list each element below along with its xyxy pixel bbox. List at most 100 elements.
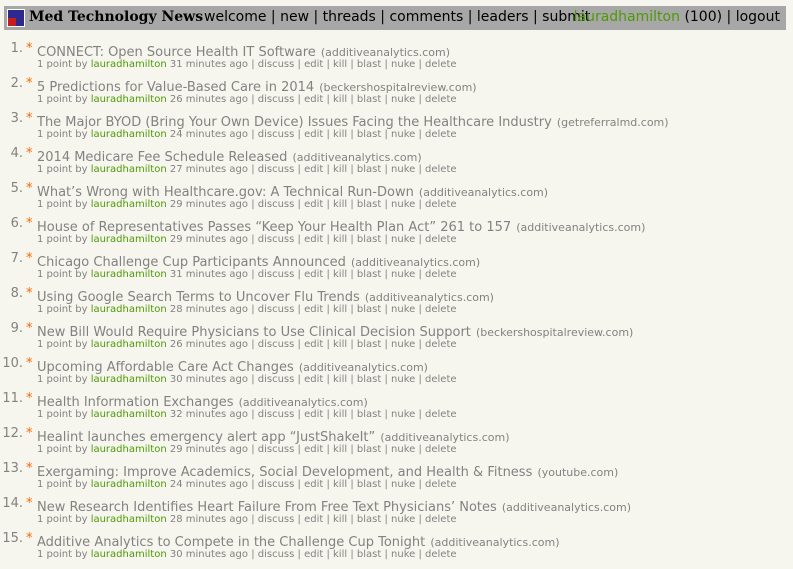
edit-link[interactable]: edit — [304, 374, 323, 385]
nuke-link[interactable]: nuke — [391, 59, 415, 70]
story-age[interactable]: 31 minutes ago — [170, 59, 248, 70]
story-user-link[interactable]: lauradhamilton — [91, 339, 167, 350]
edit-link[interactable]: edit — [304, 129, 323, 140]
blast-link[interactable]: blast — [357, 339, 381, 350]
edit-link[interactable]: edit — [304, 59, 323, 70]
nav-threads[interactable]: threads — [323, 9, 376, 25]
story-title-link[interactable]: Healint launches emergency alert app “Ju… — [37, 430, 375, 445]
delete-link[interactable]: delete — [425, 199, 457, 210]
edit-link[interactable]: edit — [304, 409, 323, 420]
upvote-star-icon[interactable]: * — [26, 461, 33, 476]
nuke-link[interactable]: nuke — [391, 444, 415, 455]
edit-link[interactable]: edit — [304, 94, 323, 105]
discuss-link[interactable]: discuss — [258, 514, 295, 525]
story-title-link[interactable]: New Research Identifies Heart Failure Fr… — [37, 500, 497, 515]
nuke-link[interactable]: nuke — [391, 164, 415, 175]
edit-link[interactable]: edit — [304, 514, 323, 525]
nav-leaders[interactable]: leaders — [477, 9, 529, 25]
upvote-star-icon[interactable]: * — [26, 391, 33, 406]
story-age[interactable]: 31 minutes ago — [170, 269, 248, 280]
delete-link[interactable]: delete — [425, 409, 457, 420]
blast-link[interactable]: blast — [357, 514, 381, 525]
kill-link[interactable]: kill — [333, 514, 347, 525]
delete-link[interactable]: delete — [425, 374, 457, 385]
kill-link[interactable]: kill — [333, 374, 347, 385]
edit-link[interactable]: edit — [304, 304, 323, 315]
delete-link[interactable]: delete — [425, 164, 457, 175]
edit-link[interactable]: edit — [304, 269, 323, 280]
upvote-star-icon[interactable]: * — [26, 426, 33, 441]
story-title-link[interactable]: Exergaming: Improve Academics, Social De… — [37, 465, 532, 480]
edit-link[interactable]: edit — [304, 234, 323, 245]
kill-link[interactable]: kill — [333, 409, 347, 420]
kill-link[interactable]: kill — [333, 234, 347, 245]
blast-link[interactable]: blast — [357, 374, 381, 385]
discuss-link[interactable]: discuss — [258, 59, 295, 70]
delete-link[interactable]: delete — [425, 59, 457, 70]
logout-link[interactable]: logout — [736, 9, 780, 25]
delete-link[interactable]: delete — [425, 479, 457, 490]
blast-link[interactable]: blast — [357, 164, 381, 175]
upvote-star-icon[interactable]: * — [26, 251, 33, 266]
discuss-link[interactable]: discuss — [258, 129, 295, 140]
story-user-link[interactable]: lauradhamilton — [91, 304, 167, 315]
delete-link[interactable]: delete — [425, 234, 457, 245]
delete-link[interactable]: delete — [425, 129, 457, 140]
story-user-link[interactable]: lauradhamilton — [91, 444, 167, 455]
story-age[interactable]: 28 minutes ago — [170, 514, 248, 525]
upvote-star-icon[interactable]: * — [26, 321, 33, 336]
blast-link[interactable]: blast — [357, 234, 381, 245]
kill-link[interactable]: kill — [333, 269, 347, 280]
upvote-star-icon[interactable]: * — [26, 181, 33, 196]
story-title-link[interactable]: New Bill Would Require Physicians to Use… — [37, 325, 471, 340]
edit-link[interactable]: edit — [304, 339, 323, 350]
discuss-link[interactable]: discuss — [258, 304, 295, 315]
nuke-link[interactable]: nuke — [391, 129, 415, 140]
story-age[interactable]: 29 minutes ago — [170, 199, 248, 210]
nav-welcome[interactable]: welcome — [204, 9, 266, 25]
discuss-link[interactable]: discuss — [258, 549, 295, 560]
nuke-link[interactable]: nuke — [391, 304, 415, 315]
upvote-star-icon[interactable]: * — [26, 111, 33, 126]
discuss-link[interactable]: discuss — [258, 339, 295, 350]
discuss-link[interactable]: discuss — [258, 374, 295, 385]
delete-link[interactable]: delete — [425, 339, 457, 350]
edit-link[interactable]: edit — [304, 164, 323, 175]
story-age[interactable]: 26 minutes ago — [170, 94, 248, 105]
story-title-link[interactable]: What’s Wrong with Healthcare.gov: A Tech… — [37, 185, 414, 200]
nuke-link[interactable]: nuke — [391, 199, 415, 210]
upvote-star-icon[interactable]: * — [26, 356, 33, 371]
discuss-link[interactable]: discuss — [258, 269, 295, 280]
nuke-link[interactable]: nuke — [391, 409, 415, 420]
story-age[interactable]: 24 minutes ago — [170, 479, 248, 490]
kill-link[interactable]: kill — [333, 444, 347, 455]
story-age[interactable]: 30 minutes ago — [170, 549, 248, 560]
nuke-link[interactable]: nuke — [391, 514, 415, 525]
story-user-link[interactable]: lauradhamilton — [91, 479, 167, 490]
delete-link[interactable]: delete — [425, 94, 457, 105]
story-user-link[interactable]: lauradhamilton — [91, 234, 167, 245]
upvote-star-icon[interactable]: * — [26, 146, 33, 161]
blast-link[interactable]: blast — [357, 444, 381, 455]
upvote-star-icon[interactable]: * — [26, 286, 33, 301]
kill-link[interactable]: kill — [333, 94, 347, 105]
story-title-link[interactable]: Chicago Challenge Cup Participants Annou… — [37, 255, 346, 270]
kill-link[interactable]: kill — [333, 59, 347, 70]
discuss-link[interactable]: discuss — [258, 234, 295, 245]
story-title-link[interactable]: Additive Analytics to Compete in the Cha… — [37, 535, 425, 550]
story-user-link[interactable]: lauradhamilton — [91, 269, 167, 280]
story-title-link[interactable]: Health Information Exchanges — [37, 395, 234, 410]
kill-link[interactable]: kill — [333, 549, 347, 560]
site-logo-icon[interactable] — [7, 9, 25, 27]
kill-link[interactable]: kill — [333, 129, 347, 140]
blast-link[interactable]: blast — [357, 94, 381, 105]
blast-link[interactable]: blast — [357, 269, 381, 280]
blast-link[interactable]: blast — [357, 479, 381, 490]
nav-comments[interactable]: comments — [389, 9, 463, 25]
story-title-link[interactable]: Using Google Search Terms to Uncover Flu… — [37, 290, 360, 305]
story-user-link[interactable]: lauradhamilton — [91, 549, 167, 560]
discuss-link[interactable]: discuss — [258, 409, 295, 420]
story-user-link[interactable]: lauradhamilton — [91, 164, 167, 175]
blast-link[interactable]: blast — [357, 199, 381, 210]
delete-link[interactable]: delete — [425, 549, 457, 560]
